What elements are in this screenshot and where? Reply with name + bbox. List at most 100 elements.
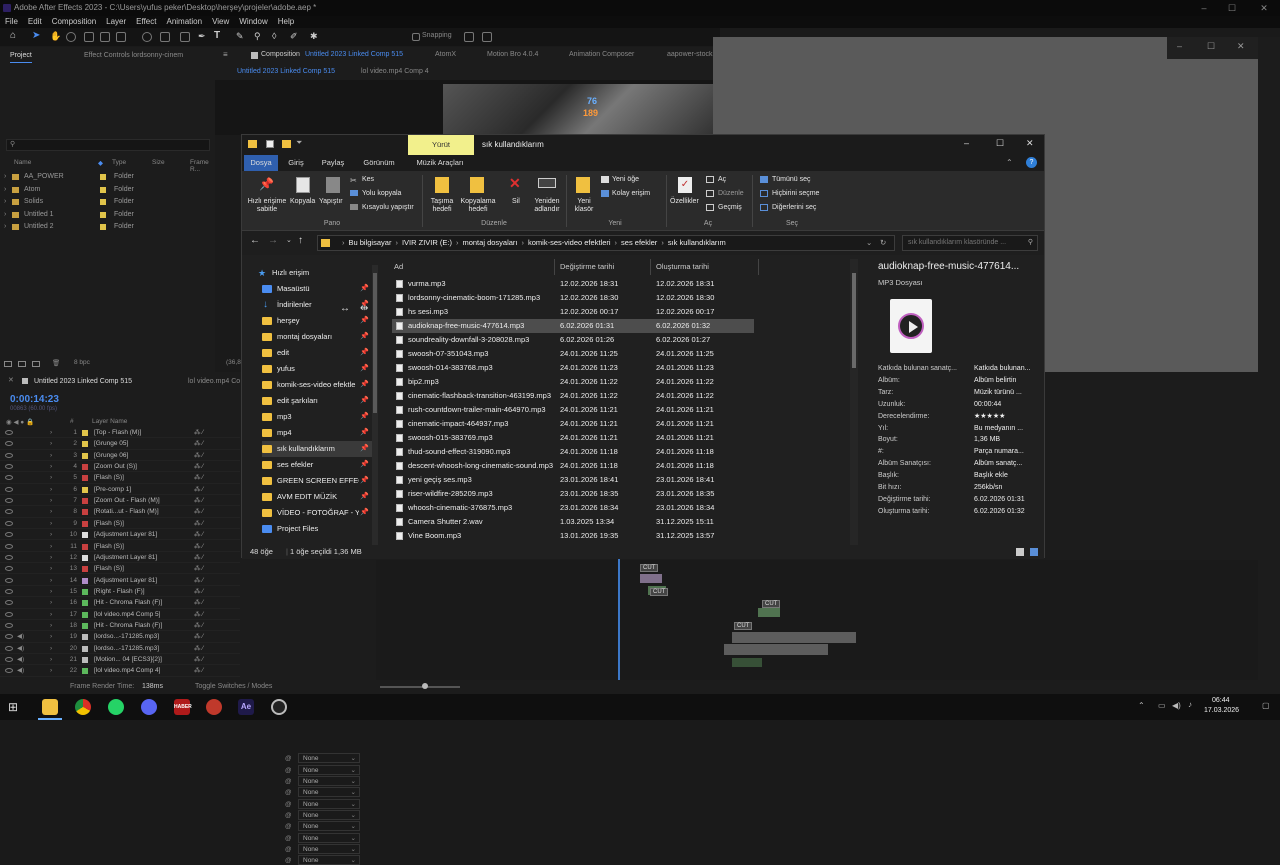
label-swatch[interactable] — [100, 224, 106, 231]
brush-tool-icon[interactable]: ✎ — [236, 31, 246, 41]
layer-row[interactable]: › 10 [Adjustment Layer 81] ⁂ ⁄ — [0, 529, 240, 541]
file-scrollbar[interactable] — [850, 259, 858, 545]
parent-select[interactable]: None ⌄ @ — [285, 798, 360, 809]
trash-icon[interactable]: 🗑 — [52, 359, 60, 367]
label-swatch[interactable] — [100, 186, 106, 193]
breadcrumb-arrow-icon[interactable]: › — [338, 238, 349, 247]
composition-viewer[interactable]: 76 189 — [215, 80, 715, 135]
col-modified-header[interactable]: Değiştirme tarihi — [560, 259, 614, 275]
bpc-label[interactable]: 8 bpc — [74, 359, 90, 366]
col-divider[interactable] — [554, 259, 555, 275]
up-arrow-icon[interactable]: ↑ — [298, 235, 303, 246]
help-icon[interactable]: ? — [1026, 157, 1037, 168]
expand-arrow-icon[interactable]: › — [50, 620, 52, 631]
details-value[interactable]: Müzik türünü ... — [974, 387, 1036, 399]
details-value[interactable]: Katkıda bulunan... — [974, 363, 1036, 375]
paste-shortcut-button[interactable]: Kısayolu yapıştır — [362, 204, 414, 212]
rectangle-tool-icon[interactable] — [180, 32, 190, 42]
file-explorer-taskbar-icon[interactable] — [42, 699, 58, 715]
visibility-eye-icon[interactable] — [5, 475, 13, 481]
menu-help[interactable]: Help — [273, 16, 299, 28]
visibility-eye-icon[interactable] — [5, 634, 13, 640]
snapping-checkbox[interactable] — [412, 33, 420, 41]
puppet-tool-icon[interactable]: ✱ — [310, 31, 320, 41]
layer-name[interactable]: [Zoom Out (S)] — [94, 461, 137, 472]
roto-tool-icon[interactable]: ✐ — [290, 31, 300, 41]
expand-arrow-icon[interactable]: › — [4, 209, 6, 221]
visibility-eye-icon[interactable] — [5, 486, 13, 492]
details-value[interactable]: Albüm belirtin — [974, 375, 1036, 387]
whatsapp-icon[interactable] — [108, 699, 124, 715]
layer-switches[interactable]: ⁂ ⁄ — [194, 506, 203, 517]
project-tab[interactable]: Project — [10, 49, 32, 63]
visibility-eye-icon[interactable] — [5, 464, 13, 470]
visibility-eye-icon[interactable] — [5, 577, 13, 583]
menu-animation[interactable]: Animation — [161, 16, 207, 28]
layer-row[interactable]: › 8 [Rotati...ut - Flash (M)] ⁂ ⁄ — [0, 506, 240, 518]
clip[interactable] — [758, 608, 780, 617]
orbit-tool-icon[interactable] — [84, 32, 94, 42]
visibility-eye-icon[interactable] — [5, 532, 13, 538]
details-value[interactable]: 256kb/sn — [974, 482, 1036, 494]
layer-label-color[interactable] — [82, 611, 88, 618]
interpret-icon[interactable] — [4, 361, 12, 367]
layer-label-color[interactable] — [82, 543, 88, 550]
visibility-eye-icon[interactable] — [5, 520, 13, 526]
layer-switches[interactable]: ⁂ ⁄ — [194, 609, 203, 620]
close-tab-icon[interactable]: ✕ — [8, 376, 14, 384]
layer-switches[interactable]: ⁂ ⁄ — [194, 461, 203, 472]
file-row[interactable]: riser-wildfire-285209.mp3 23.01.2026 18:3… — [392, 487, 754, 501]
breadcrumb-item[interactable]: montaj dosyaları — [462, 238, 517, 247]
parent-select[interactable]: None ⌄ @ — [285, 764, 360, 775]
media-player-icon[interactable] — [271, 699, 287, 715]
expand-arrow-icon[interactable]: › — [50, 450, 52, 461]
parent-select[interactable]: None ⌄ @ — [285, 855, 360, 865]
paste-button[interactable]: Yapıştır — [319, 198, 343, 206]
layer-switches[interactable]: ⁂ ⁄ — [194, 575, 203, 586]
select-all-button[interactable]: Tümünü seç — [772, 176, 811, 184]
expand-arrow-icon[interactable]: › — [50, 563, 52, 574]
address-input[interactable]: › Bu bilgisayar › IVIR ZIVIR (E:) › montaj do… — [317, 235, 895, 251]
visibility-eye-icon[interactable] — [5, 645, 13, 651]
parent-select[interactable]: None ⌄ @ — [285, 775, 360, 786]
audio-icon[interactable]: ◀) — [17, 631, 24, 642]
home-icon[interactable]: ⌂ — [10, 30, 20, 41]
new-folder-icon[interactable] — [18, 361, 26, 367]
layer-row[interactable]: ◀) › 22 [lol video.mp4 Comp 4] ⁂ ⁄ — [0, 665, 240, 677]
context-tab-play[interactable]: Yürüt — [408, 135, 474, 155]
layer-label-color[interactable] — [82, 452, 88, 459]
layer-row[interactable]: ◀) › 19 [lordso...-171285.mp3] ⁂ ⁄ — [0, 631, 240, 643]
anchor-tool-icon[interactable] — [160, 32, 170, 42]
tab-giris[interactable]: Giriş — [282, 155, 310, 171]
file-row[interactable]: swoosh-07-351043.mp3 24.01.2026 11:25 24.0… — [392, 347, 754, 361]
layer-name[interactable]: [Grunge 06] — [94, 450, 128, 461]
layer-label-color[interactable] — [82, 622, 88, 629]
visibility-eye-icon[interactable] — [5, 600, 13, 606]
timeline-tab-2[interactable]: lol video.mp4 Comp — [188, 375, 240, 389]
layer-label-color[interactable] — [82, 486, 88, 493]
visibility-eye-icon[interactable] — [5, 543, 13, 549]
col-size[interactable]: Size — [152, 159, 165, 166]
clip[interactable] — [732, 632, 856, 643]
layer-row[interactable]: › 17 [lol video.mp4 Comp 5] ⁂ ⁄ — [0, 609, 240, 620]
layer-name[interactable]: [Zoom Out - Flash (M)] — [94, 495, 160, 506]
layer-switches[interactable]: ⁂ ⁄ — [194, 427, 203, 438]
expand-arrow-icon[interactable]: › — [50, 643, 52, 654]
file-row[interactable]: hs sesi.mp3 12.02.2026 00:17 12.02.2026 00… — [392, 305, 754, 319]
layer-switches[interactable]: ⁂ ⁄ — [194, 563, 203, 574]
layer-name[interactable]: [Adjustment Layer 81] — [94, 529, 157, 540]
visibility-eye-icon[interactable] — [5, 441, 13, 447]
timecode[interactable]: 0:00:14:23 — [10, 394, 59, 405]
volume-icon[interactable]: ◀) — [1172, 701, 1181, 710]
menu-composition[interactable]: Composition — [47, 16, 101, 28]
layer-switches[interactable]: ⁂ ⁄ — [194, 586, 203, 597]
layer-switches[interactable]: ⁂ ⁄ — [194, 665, 203, 676]
network-icon[interactable]: ▭ — [1158, 701, 1166, 710]
visibility-eye-icon[interactable] — [5, 554, 13, 560]
pickwhip-icon[interactable]: @ — [285, 822, 292, 831]
project-item[interactable]: › Untitled 2 Folder — [4, 221, 204, 233]
layer-name[interactable]: [Pre-comp 1] — [94, 484, 131, 495]
tab-paylas[interactable]: Paylaş — [318, 155, 348, 171]
layer-switches[interactable]: ⁂ ⁄ — [194, 472, 203, 483]
file-row[interactable]: vurma.mp3 12.02.2026 18:31 12.02.2026 18:3… — [392, 277, 754, 291]
